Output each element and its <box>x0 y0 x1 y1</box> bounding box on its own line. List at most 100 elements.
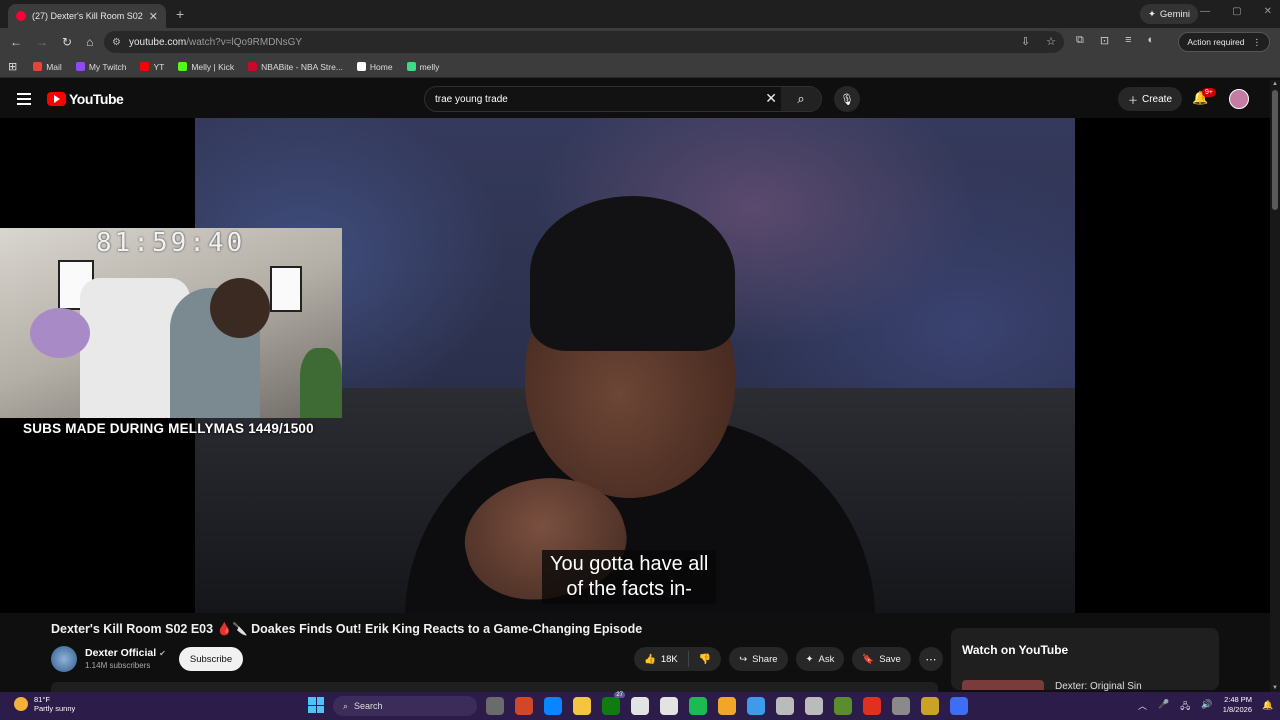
bookmark-item[interactable]: Home <box>356 62 393 72</box>
clock-time: 2:48 PM <box>1224 695 1252 704</box>
search-box[interactable]: trae young trade ✕ ⌕ <box>424 86 822 112</box>
taskbar-app-icon[interactable] <box>515 697 533 715</box>
browser-tab[interactable]: (27) Dexter's Kill Room S02 E03 ✕ <box>8 4 166 28</box>
bookmark-star-icon[interactable]: ☆ <box>1046 35 1056 48</box>
temperature: 81°F <box>34 695 50 704</box>
bookmark-favicon-icon <box>75 62 85 71</box>
site-info-icon[interactable]: ⚙ <box>112 37 121 48</box>
create-label: Create <box>1142 93 1173 105</box>
taskbar-app-icon[interactable] <box>950 697 968 715</box>
search-button[interactable]: ⌕ <box>781 87 821 111</box>
dislike-button[interactable]: 👎 <box>689 654 721 665</box>
scrollbar-thumb[interactable] <box>1272 90 1278 210</box>
caption-line-2: of the facts in- <box>566 578 692 600</box>
forward-icon[interactable]: → <box>36 35 48 49</box>
taskbar-app-icon[interactable] <box>805 697 823 715</box>
weather-widget[interactable]: 81°F Partly sunny <box>14 695 75 713</box>
youtube-logo[interactable]: YouTube <box>47 91 124 107</box>
taskbar-app-icon[interactable]: 27 <box>602 692 625 715</box>
channel-name[interactable]: Dexter Official ✔ <box>85 647 166 659</box>
taskbar-app-icon[interactable] <box>747 697 765 715</box>
account-avatar[interactable] <box>1229 89 1249 109</box>
reading-list-icon[interactable]: ≡ <box>1125 34 1131 47</box>
menu-kebab-icon[interactable]: ⋮ <box>1253 37 1262 48</box>
bookmark-item[interactable]: melly <box>406 62 439 72</box>
notification-center-icon[interactable]: 🔔 <box>1262 700 1273 711</box>
clear-search-icon[interactable]: ✕ <box>765 90 777 107</box>
taskbar-search-label: Search <box>354 701 383 711</box>
profile-icon[interactable]: ◐ <box>1148 34 1155 47</box>
gemini-label: Gemini <box>1159 8 1190 20</box>
ask-button[interactable]: ✦ Ask <box>795 647 845 671</box>
bookmark-favicon-icon <box>178 62 188 71</box>
install-app-icon[interactable]: ⇩ <box>1021 35 1030 48</box>
bookmark-item[interactable]: Mail <box>33 62 62 72</box>
share-label: Share <box>752 653 778 665</box>
more-actions-button[interactable]: ⋯ <box>918 647 943 671</box>
description-box[interactable] <box>51 682 938 692</box>
network-icon[interactable]: 🖧 <box>1180 699 1190 715</box>
extensions-icon[interactable]: ⧉ <box>1076 34 1084 47</box>
bookmark-item[interactable]: NBABite - NBA Stre... <box>248 62 343 72</box>
sparkle-icon: ✦ <box>805 653 814 665</box>
page-scrollbar[interactable]: ▲ ▼ <box>1270 80 1280 692</box>
taskbar-app-icon[interactable] <box>660 697 678 715</box>
like-count: 18K <box>660 653 678 665</box>
voice-search-icon[interactable]: 🎙 <box>834 86 860 112</box>
taskbar-app-icon[interactable] <box>892 697 910 715</box>
apps-grid-icon[interactable]: ⊞ <box>8 60 17 73</box>
thumbs-down-icon: 👎 <box>698 653 712 665</box>
like-button[interactable]: 👍 18K <box>634 651 689 667</box>
action-required-button[interactable]: Action required ⋮ <box>1178 32 1270 52</box>
system-tray: ︿ 🎤 🖧 🔊 <box>1138 699 1213 715</box>
taskbar-app-icon[interactable] <box>486 697 504 715</box>
bookmark-item[interactable]: Melly | Kick <box>178 62 234 72</box>
windows-start-icon[interactable] <box>308 697 324 713</box>
gemini-button[interactable]: ✦ Gemini <box>1139 4 1198 24</box>
taskbar-clock[interactable]: 2:48 PM 1/8/2026 <box>1220 695 1252 715</box>
taskbar-search[interactable]: ⌕ Search <box>333 696 477 716</box>
minimize-icon[interactable]: — <box>1200 6 1210 17</box>
recommended-video-title[interactable]: Dexter: Original Sin <box>1055 681 1142 692</box>
search-input[interactable]: trae young trade <box>435 94 508 105</box>
bookmark-item[interactable]: YT <box>140 62 164 72</box>
taskbar-app-icon[interactable] <box>921 697 939 715</box>
taskbar-app-icon[interactable] <box>718 697 736 715</box>
taskbar-app-icon[interactable] <box>834 697 852 715</box>
taskbar-app-icon[interactable] <box>863 697 881 715</box>
taskbar-app-icon[interactable] <box>544 697 562 715</box>
scroll-up-icon[interactable]: ▲ <box>1272 81 1278 87</box>
volume-icon[interactable]: 🔊 <box>1201 699 1212 715</box>
save-button[interactable]: 🔖 Save <box>852 647 911 671</box>
taskbar-app-icon[interactable] <box>573 697 591 715</box>
taskbar-app-icon[interactable] <box>776 697 794 715</box>
bookmark-item[interactable]: My Twitch <box>75 62 126 72</box>
address-bar-row: ← → ↻ ⌂ ⚙ youtube.com/watch?v=lQo9RMDNsG… <box>0 28 1280 56</box>
search-icon: ⌕ <box>343 700 349 711</box>
microphone-icon[interactable]: 🎤 <box>1158 699 1169 715</box>
notification-badge: 9+ <box>1202 88 1216 97</box>
menu-hamburger-icon[interactable] <box>17 93 31 108</box>
stream-timer: 81:59:40 <box>96 228 246 258</box>
tray-overflow-icon[interactable]: ︿ <box>1138 699 1147 715</box>
maximize-icon[interactable]: ▢ <box>1232 6 1241 17</box>
recommended-thumbnail[interactable] <box>962 680 1044 690</box>
channel-avatar[interactable] <box>51 646 77 672</box>
create-button[interactable]: ＋ Create <box>1118 87 1183 111</box>
tab-search-icon[interactable]: ⊡ <box>1100 34 1109 47</box>
subscribe-button[interactable]: Subscribe <box>179 647 243 671</box>
tab-close-icon[interactable]: ✕ <box>149 10 158 23</box>
youtube-header: YouTube trae young trade ✕ ⌕ 🎙 ＋ Create … <box>0 80 1270 118</box>
scroll-down-icon[interactable]: ▼ <box>1272 685 1278 691</box>
bookmark-favicon-icon <box>33 62 43 71</box>
back-icon[interactable]: ← <box>10 35 22 49</box>
url-field[interactable]: ⚙ youtube.com/watch?v=lQo9RMDNsGY ⇩ ☆ <box>104 31 1064 53</box>
home-icon[interactable]: ⌂ <box>86 35 93 49</box>
ask-label: Ask <box>818 653 835 665</box>
reload-icon[interactable]: ↻ <box>62 35 72 49</box>
close-window-icon[interactable]: ✕ <box>1264 6 1272 17</box>
share-button[interactable]: ↪ Share <box>729 647 788 671</box>
new-tab-button[interactable]: + <box>176 6 184 22</box>
taskbar-app-icon[interactable] <box>631 697 649 715</box>
taskbar-app-icon[interactable] <box>689 697 707 715</box>
